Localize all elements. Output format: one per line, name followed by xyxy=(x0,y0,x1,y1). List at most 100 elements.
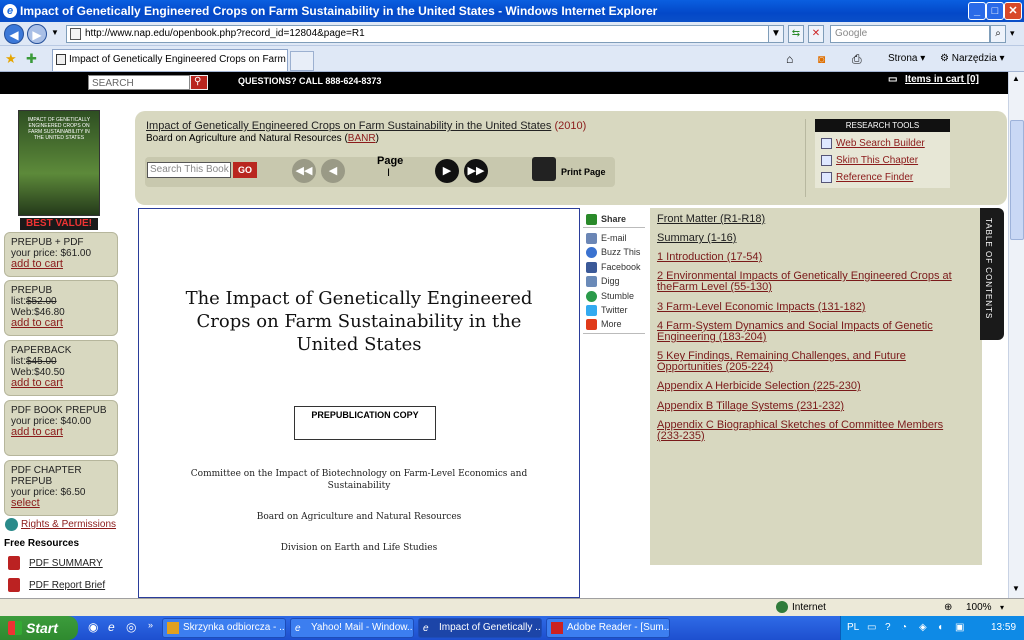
share-stumble[interactable]: Stumble xyxy=(586,290,634,302)
quicklaunch-ie-icon[interactable]: e xyxy=(108,620,115,634)
pdf-icon xyxy=(8,556,20,570)
forward-button[interactable]: ▶ xyxy=(27,24,47,44)
refresh-icon[interactable]: ⇆ xyxy=(788,25,804,43)
quicklaunch-more-icon[interactable]: » xyxy=(148,620,153,630)
printer-icon[interactable] xyxy=(532,157,556,181)
tray-app-icon[interactable]: ◔ xyxy=(901,616,907,640)
share-digg[interactable]: Digg xyxy=(586,275,620,287)
add-to-cart-link[interactable]: add to cart xyxy=(11,317,63,329)
maximize-button[interactable]: □ xyxy=(986,2,1004,20)
toc-item[interactable]: Front Matter (R1-R18) xyxy=(657,214,967,225)
browser-tab[interactable]: Impact of Genetically Engineered Crops o… xyxy=(52,49,288,71)
taskbar-item-ie-active[interactable]: e Impact of Genetically ... xyxy=(418,618,542,638)
share-header[interactable]: Share xyxy=(586,213,626,225)
help-icon[interactable]: ? xyxy=(885,616,891,640)
zoom-dropdown-icon[interactable]: ▾ xyxy=(1000,600,1004,616)
close-window-button[interactable]: ✕ xyxy=(1004,2,1022,20)
history-dropdown-icon[interactable]: ▼ xyxy=(51,28,59,37)
share-buzz[interactable]: Buzz This xyxy=(586,246,640,258)
free-resources-heading: Free Resources xyxy=(4,538,80,549)
toc-item[interactable]: Appendix A Herbicide Selection (225-230) xyxy=(657,381,967,392)
next-page-icon[interactable]: ▶ xyxy=(435,159,459,183)
list-price: $52.00 xyxy=(26,296,57,307)
google-search-input[interactable]: Google xyxy=(830,25,990,43)
last-page-icon[interactable]: ▶▶ xyxy=(464,159,488,183)
reference-finder-link[interactable]: Reference Finder xyxy=(836,172,913,183)
scroll-down-icon[interactable]: ▼ xyxy=(1012,584,1020,593)
book-page-view[interactable]: The Impact of Genetically Engineered Cro… xyxy=(138,208,580,598)
quicklaunch-app-icon[interactable]: ◎ xyxy=(126,620,136,634)
web-search-builder-item[interactable]: Web Search Builder xyxy=(821,135,944,152)
language-indicator[interactable]: PL xyxy=(847,616,859,640)
add-to-cart-link[interactable]: add to cart xyxy=(11,377,63,389)
toc-item[interactable]: Summary (1-16) xyxy=(657,233,967,244)
cart-icon[interactable]: ▭ xyxy=(888,74,897,85)
zoom-icon[interactable]: ⊕ xyxy=(944,600,952,616)
toc-item[interactable]: 5 Key Findings, Remaining Challenges, an… xyxy=(657,351,967,373)
quicklaunch-desktop-icon[interactable]: ◉ xyxy=(88,620,98,634)
reference-finder-item[interactable]: Reference Finder xyxy=(821,169,944,186)
home-icon[interactable]: ⌂ xyxy=(786,51,793,67)
skim-chapter-link[interactable]: Skim This Chapter xyxy=(836,155,918,166)
taskbar-item-adobe[interactable]: Adobe Reader - [Sum... xyxy=(546,618,670,638)
new-tab-button[interactable] xyxy=(290,51,314,71)
keyboard-icon[interactable]: ▭ xyxy=(867,616,876,640)
tray-network-icon[interactable]: ▣ xyxy=(955,616,964,640)
vertical-scrollbar[interactable]: ▲ ▼ xyxy=(1008,72,1024,598)
taskbar-item-mail[interactable]: Skrzynka odbiorcza - ... xyxy=(162,618,286,638)
gear-icon: ⚙ xyxy=(940,53,949,64)
search-icon[interactable]: ⌕ xyxy=(990,25,1006,43)
pdf-report-brief-link[interactable]: PDF Report Brief xyxy=(29,580,105,591)
add-to-cart-link[interactable]: add to cart xyxy=(11,258,63,270)
site-search-button[interactable]: ⚲ xyxy=(190,75,208,90)
banr-link[interactable]: BANR xyxy=(348,133,376,144)
share-facebook[interactable]: Facebook xyxy=(586,261,641,273)
tools-menu[interactable]: ⚙ Narzędzia ▾ xyxy=(940,51,1005,67)
site-search-input[interactable]: SEARCH xyxy=(88,75,190,90)
page-menu[interactable]: Strona ▾ xyxy=(888,51,925,67)
toc-item[interactable]: Appendix B Tillage Systems (231-232) xyxy=(657,401,967,412)
book-cover-image[interactable]: IMPACT OF GENETICALLY ENGINEERED CROPS O… xyxy=(18,110,100,216)
share-email[interactable]: E-mail xyxy=(586,232,627,244)
first-page-icon[interactable]: ◀◀ xyxy=(292,159,316,183)
share-more[interactable]: More xyxy=(586,318,622,330)
start-button[interactable]: Start xyxy=(0,616,78,640)
address-bar[interactable]: http://www.nap.edu/openbook.php?record_i… xyxy=(66,25,784,43)
web-search-builder-link[interactable]: Web Search Builder xyxy=(836,138,925,149)
prev-page-icon[interactable]: ◀ xyxy=(321,159,345,183)
scrollbar-thumb[interactable] xyxy=(1010,120,1024,240)
tray-shield-icon[interactable]: ◈ xyxy=(919,616,927,640)
toc-side-tab[interactable]: TABLE OF CONTENTS xyxy=(980,208,1004,340)
add-favorites-icon[interactable]: ✚ xyxy=(26,51,37,67)
search-this-book-input[interactable]: Search This Book xyxy=(147,162,231,178)
toc-item[interactable]: 2 Environmental Impacts of Genetically E… xyxy=(657,271,967,293)
search-go-button[interactable]: GO xyxy=(233,162,257,178)
share-twitter[interactable]: Twitter xyxy=(586,304,628,316)
skim-chapter-item[interactable]: Skim This Chapter xyxy=(821,152,944,169)
select-link[interactable]: select xyxy=(11,497,40,509)
taskbar-item-yahoo[interactable]: e Yahoo! Mail - Window... xyxy=(290,618,414,638)
scroll-up-icon[interactable]: ▲ xyxy=(1012,74,1020,83)
print-icon[interactable]: ⎙ xyxy=(852,51,862,67)
stop-icon[interactable]: ✕ xyxy=(808,25,824,43)
toc-item[interactable]: 4 Farm-System Dynamics and Social Impact… xyxy=(657,321,967,343)
search-options-icon[interactable]: ▾ xyxy=(1010,28,1015,39)
address-dropdown-button[interactable]: ▼ xyxy=(768,25,784,43)
favorites-star-icon[interactable]: ★ xyxy=(5,51,17,67)
toc-item[interactable]: Appendix C Biographical Sketches of Comm… xyxy=(657,420,967,442)
clock[interactable]: 13:59 xyxy=(991,616,1016,640)
book-title-link[interactable]: Impact of Genetically Engineered Crops o… xyxy=(146,120,551,132)
minimize-button[interactable]: _ xyxy=(968,2,986,20)
cart-link[interactable]: Items in cart [0] xyxy=(905,74,979,85)
pdf-summary-link[interactable]: PDF SUMMARY xyxy=(29,558,103,569)
toc-item[interactable]: 1 Introduction (17-54) xyxy=(657,252,967,263)
zoom-level[interactable]: 100% xyxy=(966,600,992,616)
rights-permissions-link[interactable]: Rights & Permissions xyxy=(21,519,116,530)
feeds-icon[interactable]: ◙ xyxy=(818,51,825,67)
questions-phone: QUESTIONS? CALL 888-624-8373 xyxy=(238,76,382,86)
tray-volume-icon[interactable]: ◖ xyxy=(937,616,943,640)
back-button[interactable]: ◀ xyxy=(4,24,24,44)
print-page-button[interactable]: Print Page xyxy=(561,167,606,177)
toc-item[interactable]: 3 Farm-Level Economic Impacts (131-182) xyxy=(657,302,967,313)
add-to-cart-link[interactable]: add to cart xyxy=(11,426,63,438)
